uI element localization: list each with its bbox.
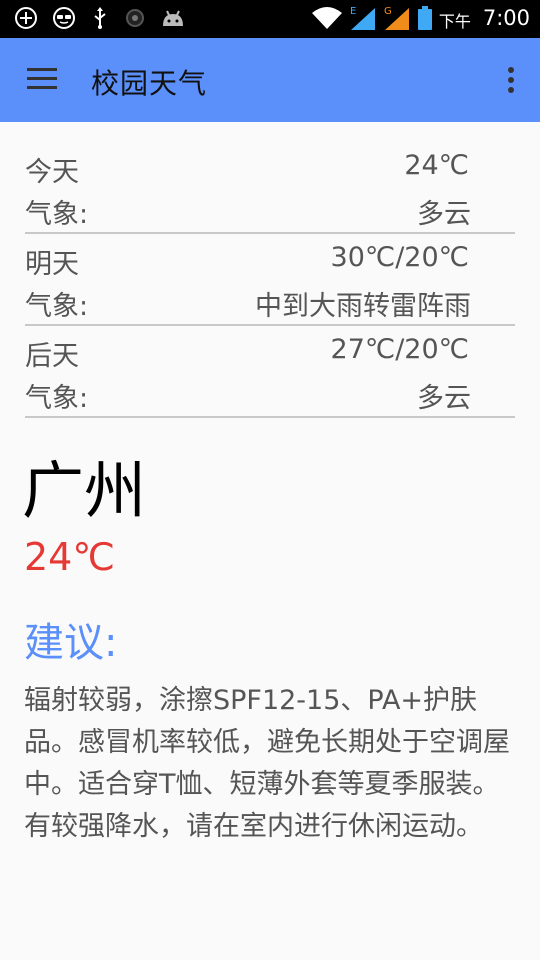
battery-icon: [417, 6, 432, 30]
forecast-row-tomorrow: 明天 30℃/20℃ 气象: 中到大雨转雷阵雨: [25, 234, 515, 326]
advice-text: 辐射较弱，涂擦SPF12-15、PA+护肤品。感冒机率较低，避免长期处于空调屋中…: [24, 685, 510, 842]
weather-value: 多云: [417, 199, 471, 230]
forecast-row-day-after: 后天 27℃/20℃ 气象: 多云: [25, 326, 515, 418]
android-icon: [163, 10, 183, 26]
city-name: 广州: [22, 454, 147, 527]
status-bar: E G 下午 7:00: [0, 0, 540, 38]
day-temp: 24℃: [404, 150, 469, 181]
svg-text:E: E: [350, 6, 356, 17]
signal-g-icon: G: [384, 6, 409, 30]
weather-value: 中到大雨转雷阵雨: [255, 291, 471, 322]
app-bar: 校园天气: [0, 38, 540, 122]
weather-value: 多云: [417, 383, 471, 414]
status-time: 7:00: [482, 6, 530, 30]
current-temperature: 24℃: [24, 535, 116, 579]
day-temp: 30℃/20℃: [330, 242, 469, 273]
day-temp: 27℃/20℃: [330, 334, 469, 365]
record-icon: [126, 9, 144, 27]
advice-heading: 建议:: [24, 620, 118, 666]
weather-label: 气象:: [25, 199, 89, 230]
sunglasses-icon: [53, 7, 75, 29]
day-name: 后天: [25, 341, 79, 372]
weather-label: 气象:: [25, 291, 89, 322]
overflow-menu-icon[interactable]: [506, 66, 516, 94]
forecast-row-today: 今天 24℃ 气象: 多云: [25, 142, 515, 234]
plus-circle-icon: [15, 7, 37, 29]
menu-icon[interactable]: [27, 68, 57, 90]
notification-icons: [14, 6, 186, 30]
system-icons: E G 下午 7:00: [311, 4, 530, 32]
wifi-icon: [311, 7, 342, 29]
weather-label: 气象:: [25, 383, 89, 414]
forecast-list: 今天 24℃ 气象: 多云 明天 30℃/20℃ 气象: 中到大雨转雷阵雨 后天…: [25, 142, 515, 418]
signal-e-icon: E: [350, 6, 375, 30]
usb-icon: [94, 7, 106, 29]
svg-text:G: G: [384, 6, 392, 17]
day-name: 明天: [25, 249, 79, 280]
day-name: 今天: [25, 157, 79, 188]
app-title: 校园天气: [91, 67, 208, 100]
status-ampm: 下午: [438, 12, 471, 31]
